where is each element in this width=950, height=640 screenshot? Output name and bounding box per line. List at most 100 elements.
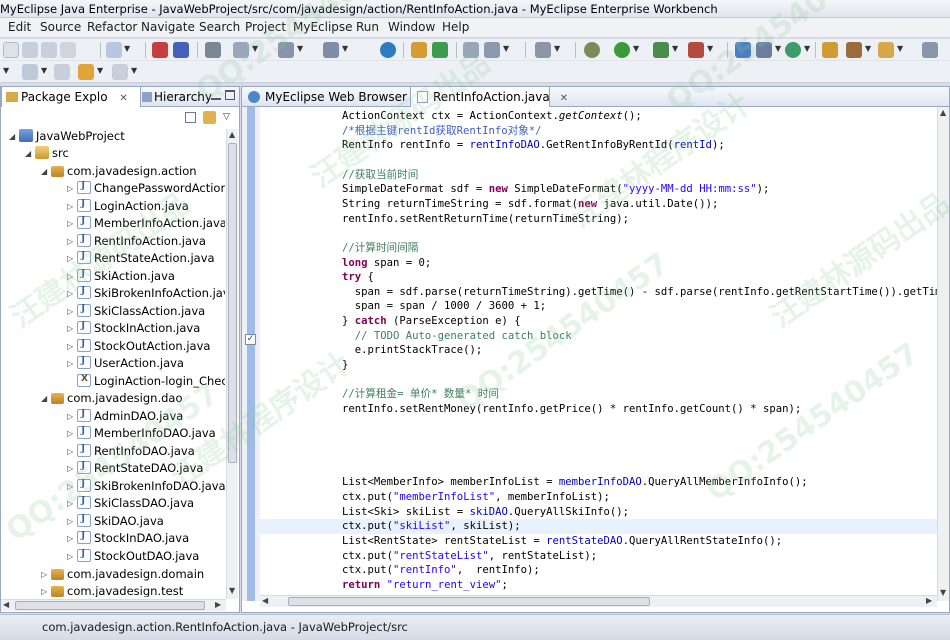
code-line[interactable]: SimpleDateFormat sdf = new SimpleDateFor…	[342, 182, 769, 197]
code-line[interactable]: span = sdf.parse(returnTimeString).getTi…	[342, 285, 939, 300]
code-line[interactable]: rentInfo.setRentMoney(rentInfo.getPrice(…	[342, 402, 801, 417]
collapse-all-icon[interactable]	[185, 112, 196, 123]
close-icon[interactable]: ✕	[119, 93, 127, 104]
monitor-icon[interactable]	[535, 42, 551, 58]
tree-item[interactable]: ▷RentInfoDAO.java	[67, 444, 195, 461]
tree-item[interactable]: ▷StockInAction.java	[67, 321, 200, 338]
code-line[interactable]: ActionContext ctx = ActionContext.getCon…	[342, 109, 642, 124]
tab-web-browser[interactable]: MyEclipse Web Browser	[242, 87, 408, 107]
tree-item[interactable]: ▷RentStateAction.java	[67, 251, 215, 268]
tree-item[interactable]: ▷StockInDAO.java	[67, 531, 189, 548]
tree-item[interactable]: ▷ChangePasswordAction.ja	[67, 181, 225, 198]
tree-item[interactable]: ▷MemberInfoAction.java	[67, 216, 225, 233]
tree-item[interactable]: ◢ JavaWebProject	[9, 129, 125, 146]
new-package-icon[interactable]	[756, 42, 772, 58]
tree-item[interactable]: ▷SkiBrokenInfoDAO.java	[67, 479, 225, 496]
menu-run[interactable]: Run	[356, 20, 379, 34]
code-line[interactable]: List<MemberInfo> memberInfoList = member…	[342, 475, 808, 490]
menu-help[interactable]: Help	[442, 20, 469, 34]
new-server-icon[interactable]	[233, 42, 249, 58]
settings-icon[interactable]	[484, 42, 500, 58]
editor-vertical-scrollbar[interactable]: ▲ ▼	[937, 107, 949, 601]
code-line[interactable]: try {	[342, 270, 374, 285]
tree-item[interactable]: ◢ com.javadesign.dao	[41, 391, 183, 408]
code-line[interactable]: span = span / 1000 / 3600 + 1;	[342, 299, 546, 314]
view-menu-icon[interactable]: ▽	[223, 112, 230, 122]
maximize-icon[interactable]	[225, 90, 235, 100]
code-area[interactable]: ActionContext ctx = ActionContext.getCon…	[260, 107, 939, 601]
link-with-editor-icon[interactable]	[203, 111, 216, 124]
menu-myeclipse[interactable]: MyEclipse	[293, 20, 353, 34]
tree-item[interactable]: ▷StockOutDAO.java	[67, 549, 199, 566]
code-line[interactable]: ctx.put("skiList", skiList);	[260, 519, 939, 535]
code-line[interactable]: } catch (ParseException e) {	[342, 314, 521, 329]
tree-item[interactable]: ▷SkiClassAction.java	[67, 304, 205, 321]
tree-item[interactable]: ▷MemberInfoDAO.java	[67, 426, 216, 443]
tree-item[interactable]: ▷StockOutAction.java	[67, 339, 210, 356]
tab-package-explorer[interactable]: Package Explo ✕	[1, 87, 141, 107]
save-all-icon[interactable]	[41, 42, 57, 58]
code-line[interactable]: rentInfo.setRentReturnTime(returnTimeStr…	[342, 212, 629, 227]
browser-icon[interactable]	[323, 42, 339, 58]
new-icon[interactable]	[3, 42, 19, 58]
tree-item[interactable]: ▷AdminDAO.java	[67, 409, 183, 426]
tab-hierarchy[interactable]: Hierarchy	[142, 87, 212, 107]
code-line[interactable]: ctx.put("memberInfoList", memberInfoList…	[342, 490, 610, 505]
sync-icon[interactable]	[785, 42, 801, 58]
menu-refactor[interactable]: Refactor	[87, 20, 137, 34]
tree-item[interactable]: ▷SkiDAO.java	[67, 514, 164, 531]
build-icon[interactable]	[846, 42, 862, 58]
code-line[interactable]: }	[342, 358, 348, 373]
code-line[interactable]: /*根据主键rentId获取RentInfo对象*/	[342, 124, 542, 139]
menu-window[interactable]: Window	[388, 20, 435, 34]
perspective-icon[interactable]	[922, 42, 938, 58]
database-icon[interactable]	[205, 42, 221, 58]
code-line[interactable]: List<Ski> skiList = skiDAO.QueryAllSkiIn…	[342, 505, 629, 520]
new-class-icon[interactable]	[735, 42, 751, 58]
tree-item[interactable]: ▷RentInfoAction.java	[67, 234, 206, 251]
code-line[interactable]: return "return_rent_view";	[342, 578, 508, 593]
fold-toggle-icon[interactable]: ✓	[245, 334, 256, 345]
forward-icon[interactable]	[112, 64, 128, 80]
code-line[interactable]: RentInfo rentInfo = rentInfoDAO.GetRentI…	[342, 138, 725, 153]
minimize-icon[interactable]	[211, 90, 221, 100]
code-line[interactable]: e.printStackTrace();	[342, 343, 483, 358]
menu-navigate[interactable]: Navigate	[141, 20, 195, 34]
globe-icon[interactable]	[380, 42, 396, 58]
debug-icon[interactable]	[584, 42, 600, 58]
bookmark-icon[interactable]	[878, 42, 894, 58]
server-icon[interactable]	[173, 42, 189, 58]
menu-source[interactable]: Source	[40, 20, 81, 34]
tree-item[interactable]: ▷RentStateDAO.java	[67, 461, 203, 478]
close-icon[interactable]: ✕	[560, 93, 568, 104]
refresh-icon[interactable]	[432, 42, 448, 58]
open-folder-icon[interactable]	[822, 42, 838, 58]
run-history-icon[interactable]	[653, 42, 669, 58]
code-line[interactable]: List<RentState> rentStateList = rentStat…	[342, 534, 782, 549]
tree-item[interactable]: ▷SkiAction.java	[67, 269, 175, 286]
tree-item[interactable]: ◢ src	[25, 146, 69, 163]
tree-item[interactable]: ▷ com.javadesign.domain	[41, 567, 204, 584]
tree-item[interactable]: ▷UserAction.java	[67, 356, 184, 373]
next-annotation-icon[interactable]	[22, 64, 38, 80]
open-perspective-icon[interactable]	[106, 42, 122, 58]
open-type-icon[interactable]	[411, 42, 427, 58]
last-edit-icon[interactable]	[54, 64, 70, 80]
menu-project[interactable]: Project	[245, 20, 286, 34]
tree-item[interactable]: ▷SkiBrokenInfoAction.java	[67, 286, 225, 303]
tree-item[interactable]: ▷LoginAction.java	[67, 199, 189, 216]
deploy-icon[interactable]	[152, 42, 168, 58]
tree-item[interactable]: ▷SkiClassDAO.java	[67, 496, 194, 513]
tree-item[interactable]: ▷ com.javadesign.test	[41, 584, 183, 597]
code-line[interactable]: ctx.put("rentStateList", rentStateList);	[342, 549, 597, 564]
external-tools-icon[interactable]	[688, 42, 704, 58]
explorer-horizontal-scrollbar[interactable]: ◀ ▶	[1, 599, 226, 611]
tree-item[interactable]: LoginAction-login_CheckL	[67, 374, 225, 391]
code-line[interactable]: //计算租金= 单价* 数量* 时间	[342, 387, 499, 402]
tree-item[interactable]: ◢ com.javadesign.action	[41, 164, 197, 181]
terminal-icon[interactable]	[463, 42, 479, 58]
code-line[interactable]: //计算时间间隔	[342, 241, 418, 256]
code-line[interactable]: ctx.put("rentInfo", rentInfo);	[342, 563, 540, 578]
code-line[interactable]: String returnTimeString = sdf.format(new…	[342, 197, 718, 212]
code-line[interactable]: //获取当前时间	[342, 168, 418, 183]
